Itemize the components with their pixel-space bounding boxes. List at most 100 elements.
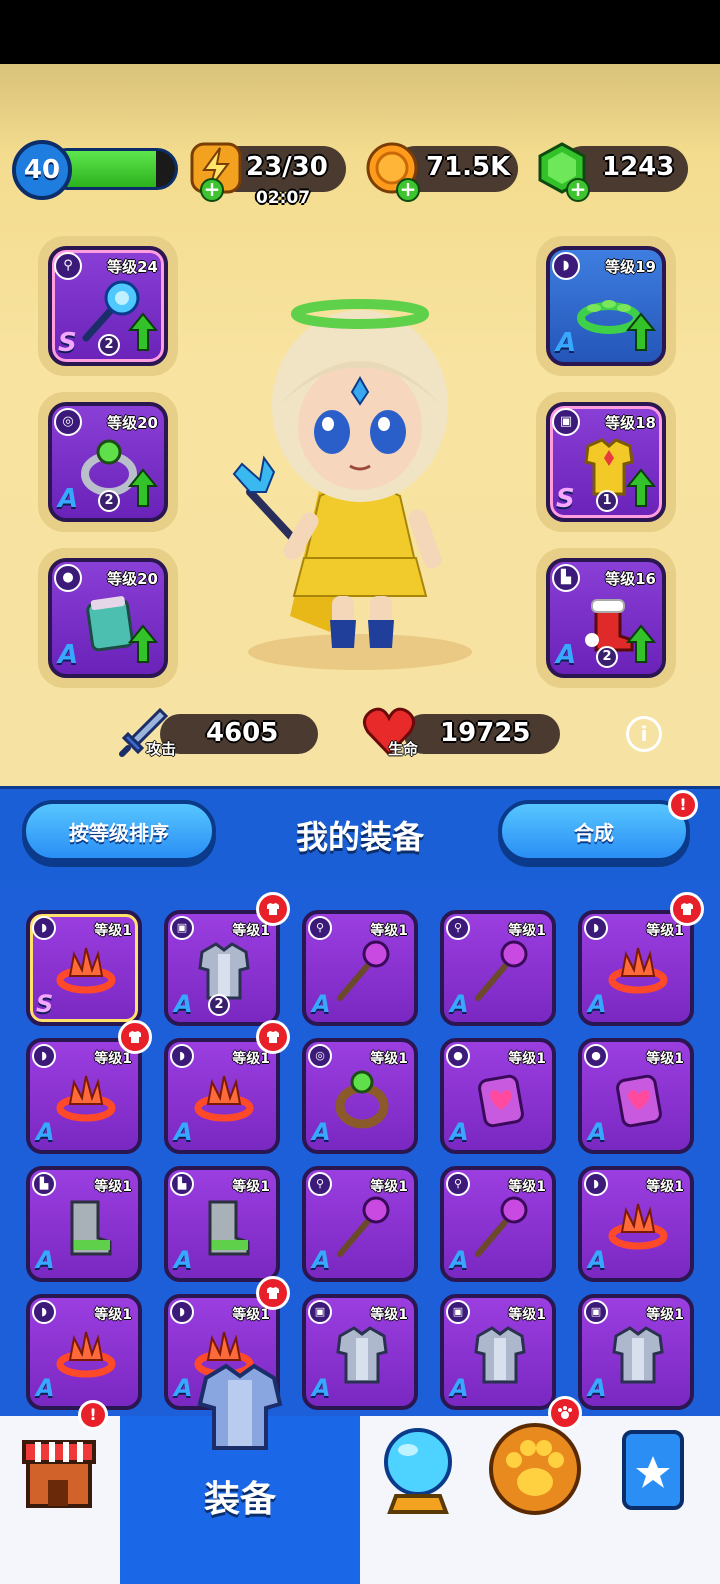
grade-letter: A bbox=[312, 1246, 331, 1274]
attack-value: 4605 bbox=[206, 718, 279, 748]
inventory-item[interactable]: ⚲ 等级1 A bbox=[440, 910, 556, 1026]
add-gems-icon[interactable]: + bbox=[566, 178, 590, 202]
slot-level: 等级20 bbox=[107, 414, 158, 432]
shop-nav-icon[interactable] bbox=[18, 1430, 100, 1512]
armor-icon bbox=[612, 1326, 664, 1384]
inventory-item[interactable]: ◗ 等级1 A bbox=[578, 1166, 694, 1282]
grade-letter: A bbox=[36, 1118, 55, 1146]
new-armor-badge-icon bbox=[256, 892, 290, 926]
equip-slot-armor[interactable]: ▣ 等级18 S 1 bbox=[536, 392, 676, 532]
staff-icon bbox=[337, 940, 390, 1001]
star-count: 2 bbox=[208, 994, 230, 1016]
new-armor-badge-icon bbox=[256, 1276, 290, 1310]
grade-letter: A bbox=[174, 1118, 193, 1146]
equip-slot-helmet[interactable]: ◗ 等级19 A bbox=[536, 236, 676, 376]
add-gold-icon[interactable]: + bbox=[396, 178, 420, 202]
inventory-item[interactable]: ⚲ 等级1 A bbox=[440, 1166, 556, 1282]
inventory-item[interactable]: ▣ 等级1 A bbox=[440, 1294, 556, 1410]
energy-timer: 02:07 bbox=[256, 188, 311, 208]
armor-icon bbox=[198, 942, 250, 1000]
equip-slot-bracer[interactable]: ● 等级20 A bbox=[38, 548, 178, 688]
new-armor-badge-icon bbox=[670, 892, 704, 926]
nav-tab-equipment-label: 装备 bbox=[203, 1479, 276, 1520]
equip-slot-ring[interactable]: ◎ 等级20 A 2 bbox=[38, 392, 178, 532]
upgrade-arrow-icon bbox=[128, 624, 158, 663]
info-button[interactable]: i bbox=[626, 716, 662, 752]
grade-letter: A bbox=[174, 990, 193, 1018]
equip-slot-weapon[interactable]: ⚲ 等级24 S 2 bbox=[38, 236, 178, 376]
upgrade-arrow-icon bbox=[128, 468, 158, 507]
helmet-icon bbox=[56, 1331, 116, 1378]
grade-letter: A bbox=[588, 1246, 607, 1274]
ring-icon bbox=[335, 1070, 389, 1129]
inventory-item[interactable]: ◗ 等级1 A bbox=[164, 1038, 280, 1154]
card-nav-icon[interactable] bbox=[618, 1428, 688, 1512]
merge-button[interactable]: 合成 bbox=[498, 800, 690, 862]
inventory-item[interactable]: ▣ 等级1 A bbox=[302, 1294, 418, 1410]
grade-letter: A bbox=[588, 1118, 607, 1146]
shop-alert-icon: ! bbox=[78, 1400, 108, 1430]
grade-letter: A bbox=[588, 990, 607, 1018]
inventory-item[interactable]: ⚲ 等级1 A bbox=[302, 1166, 418, 1282]
grade-letter: A bbox=[312, 990, 331, 1018]
slot-level: 等级19 bbox=[605, 258, 656, 276]
grade-letter: A bbox=[58, 640, 79, 670]
slot-level: 等级24 bbox=[107, 258, 158, 276]
hp-label: 生命 bbox=[388, 740, 419, 758]
grade-letter: A bbox=[312, 1374, 331, 1402]
grade-letter: A bbox=[450, 1374, 469, 1402]
hp-value: 19725 bbox=[440, 718, 531, 748]
armor-nav-icon bbox=[197, 1363, 283, 1450]
merge-alert-icon: ! bbox=[668, 790, 698, 820]
inventory-item[interactable]: ● 等级1 A bbox=[440, 1038, 556, 1154]
staff-icon bbox=[337, 1196, 390, 1257]
inventory-item[interactable]: ◎ 等级1 A bbox=[302, 1038, 418, 1154]
grade-letter: A bbox=[58, 484, 79, 514]
player-level-badge[interactable]: 40 bbox=[12, 140, 72, 200]
status-bar bbox=[0, 0, 720, 64]
inventory-item[interactable]: ▣ 等级1 A 2 bbox=[164, 910, 280, 1026]
star-count: 2 bbox=[596, 646, 618, 668]
inventory-item[interactable]: ▣ 等级1 A bbox=[578, 1294, 694, 1410]
helmet-icon bbox=[194, 1075, 254, 1122]
grade-letter: A bbox=[556, 640, 577, 670]
paw-nav-icon[interactable] bbox=[486, 1420, 584, 1518]
hero-character[interactable] bbox=[220, 296, 500, 676]
sort-by-level-button[interactable]: 按等级排序 bbox=[22, 800, 216, 862]
inventory-item[interactable]: ◗ 等级1 A bbox=[578, 910, 694, 1026]
inventory-item[interactable]: ◗ 等级1 A bbox=[26, 1038, 142, 1154]
crystal-ball-nav-icon[interactable] bbox=[378, 1426, 458, 1516]
inventory-grid: ◗ 等级1 S ▣ 等级1 A 2 ⚲ 等级1 A ⚲ 等级1 A ◗ 等级1 A ◗ 等级1 A ◗ 等级1 A ◎ 等级1… bbox=[0, 886, 720, 1416]
gem-amount: 1243 bbox=[602, 152, 675, 182]
boots-icon bbox=[208, 1200, 250, 1256]
slot-level: 等级16 bbox=[605, 570, 656, 588]
inventory-item[interactable]: ⚲ 等级1 A bbox=[302, 910, 418, 1026]
equip-slot-boots[interactable]: ▙ 等级16 A 2 bbox=[536, 548, 676, 688]
attack-label: 攻击 bbox=[146, 740, 177, 758]
upgrade-arrow-icon bbox=[626, 468, 656, 507]
helmet-icon bbox=[56, 1075, 116, 1122]
star-count: 2 bbox=[98, 334, 120, 356]
energy-count: 23/30 bbox=[246, 152, 328, 182]
panel-title: 我的装备 bbox=[295, 818, 424, 856]
inventory-item[interactable]: ● 等级1 A bbox=[578, 1038, 694, 1154]
bracer-icon bbox=[478, 1074, 524, 1128]
add-energy-icon[interactable]: + bbox=[200, 178, 224, 202]
gold-amount: 71.5K bbox=[426, 152, 511, 182]
upgrade-arrow-icon bbox=[128, 312, 158, 351]
slot-level: 等级20 bbox=[107, 570, 158, 588]
inventory-item[interactable]: ◗ 等级1 S bbox=[26, 910, 142, 1026]
grade-letter: A bbox=[556, 328, 577, 358]
new-armor-badge-icon bbox=[256, 1020, 290, 1054]
star-count: 2 bbox=[98, 490, 120, 512]
inventory-item[interactable]: ▙ 等级1 A bbox=[164, 1166, 280, 1282]
slot-level: 等级18 bbox=[605, 414, 656, 432]
staff-icon bbox=[475, 940, 528, 1001]
upgrade-arrow-icon bbox=[626, 624, 656, 663]
upgrade-arrow-icon bbox=[626, 312, 656, 351]
armor-icon bbox=[474, 1326, 526, 1384]
grade-letter: A bbox=[36, 1374, 55, 1402]
staff-icon bbox=[475, 1196, 528, 1257]
inventory-item[interactable]: ◗ 等级1 A bbox=[26, 1294, 142, 1410]
inventory-item[interactable]: ▙ 等级1 A bbox=[26, 1166, 142, 1282]
